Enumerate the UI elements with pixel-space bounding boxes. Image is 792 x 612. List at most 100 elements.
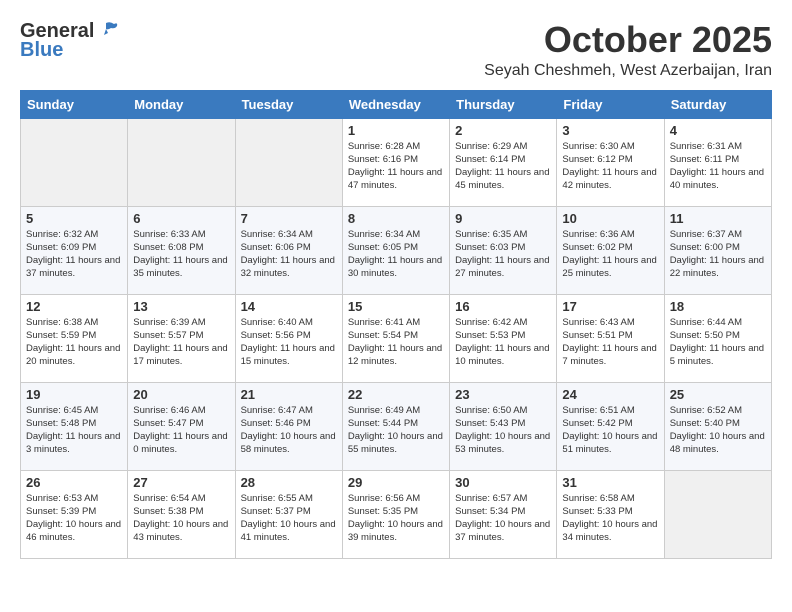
day-info: Sunrise: 6:52 AMSunset: 5:40 PMDaylight:… (670, 404, 766, 457)
calendar-cell: 20 Sunrise: 6:46 AMSunset: 5:47 PMDayligh… (128, 382, 235, 470)
day-info: Sunrise: 6:49 AMSunset: 5:44 PMDaylight:… (348, 404, 444, 457)
calendar-cell: 5Sunrise: 6:32 AMSunset: 6:09 PMDaylight… (21, 206, 128, 294)
calendar-cell: 9Sunrise: 6:35 AMSunset: 6:03 PMDaylight… (450, 206, 557, 294)
calendar-cell: 11 Sunrise: 6:37 AMSunset: 6:00 PMDayligh… (664, 206, 771, 294)
day-number: 6 (133, 211, 229, 226)
calendar-cell: 21Sunrise: 6:47 AMSunset: 5:46 PMDayligh… (235, 382, 342, 470)
day-number: 11 (670, 211, 766, 226)
day-info: Sunrise: 6:43 AMSunset: 5:51 PMDaylight:… (562, 316, 658, 369)
day-info: Sunrise: 6:56 AMSunset: 5:35 PMDaylight:… (348, 492, 444, 545)
day-info: Sunrise: 6:42 AMSunset: 5:53 PMDaylight:… (455, 316, 551, 369)
day-number: 27 (133, 475, 229, 490)
day-number: 2 (455, 123, 551, 138)
calendar-cell: 13 Sunrise: 6:39 AMSunset: 5:57 PMDayligh… (128, 294, 235, 382)
calendar-cell: 14Sunrise: 6:40 AMSunset: 5:56 PMDayligh… (235, 294, 342, 382)
calendar-table: SundayMondayTuesdayWednesdayThursdayFrid… (20, 90, 772, 559)
day-info: Sunrise: 6:41 AMSunset: 5:54 PMDaylight:… (348, 316, 444, 369)
calendar-cell: 22Sunrise: 6:49 AMSunset: 5:44 PMDayligh… (342, 382, 449, 470)
weekday-header-wednesday: Wednesday (342, 90, 449, 118)
day-info: Sunrise: 6:57 AMSunset: 5:34 PMDaylight:… (455, 492, 551, 545)
day-number: 10 (562, 211, 658, 226)
calendar-cell: 19 Sunrise: 6:45 AMSunset: 5:48 PMDayligh… (21, 382, 128, 470)
day-number: 13 (133, 299, 229, 314)
day-number: 16 (455, 299, 551, 314)
weekday-header-tuesday: Tuesday (235, 90, 342, 118)
day-number: 8 (348, 211, 444, 226)
day-info: Sunrise: 6:34 AMSunset: 6:06 PMDaylight:… (241, 228, 337, 281)
day-number: 29 (348, 475, 444, 490)
day-info: Sunrise: 6:29 AMSunset: 6:14 PMDaylight:… (455, 140, 551, 193)
logo: General Blue (20, 20, 118, 62)
calendar-cell (128, 118, 235, 206)
calendar-cell: 7 Sunrise: 6:34 AMSunset: 6:06 PMDaylight… (235, 206, 342, 294)
day-number: 20 (133, 387, 229, 402)
day-number: 9 (455, 211, 551, 226)
day-info: Sunrise: 6:44 AMSunset: 5:50 PMDaylight:… (670, 316, 766, 369)
calendar-cell: 17 Sunrise: 6:43 AMSunset: 5:51 PMDayligh… (557, 294, 664, 382)
weekday-header-monday: Monday (128, 90, 235, 118)
logo-bird-icon (96, 21, 118, 39)
calendar-cell: 27 Sunrise: 6:54 AMSunset: 5:38 PMDayligh… (128, 470, 235, 558)
day-number: 5 (26, 211, 122, 226)
day-info: Sunrise: 6:58 AMSunset: 5:33 PMDaylight:… (562, 492, 658, 545)
day-info: Sunrise: 6:55 AMSunset: 5:37 PMDaylight:… (241, 492, 337, 545)
calendar-cell: 28 Sunrise: 6:55 AMSunset: 5:37 PMDayligh… (235, 470, 342, 558)
day-info: Sunrise: 6:31 AMSunset: 6:11 PMDaylight:… (670, 140, 766, 193)
weekday-header-row: SundayMondayTuesdayWednesdayThursdayFrid… (21, 90, 772, 118)
day-number: 26 (26, 475, 122, 490)
day-number: 15 (348, 299, 444, 314)
calendar-cell: 23 Sunrise: 6:50 AMSunset: 5:43 PMDayligh… (450, 382, 557, 470)
day-info: Sunrise: 6:34 AMSunset: 6:05 PMDaylight:… (348, 228, 444, 281)
day-number: 17 (562, 299, 658, 314)
location-title: Seyah Cheshmeh, West Azerbaijan, Iran (484, 62, 772, 80)
calendar-cell: 16 Sunrise: 6:42 AMSunset: 5:53 PMDayligh… (450, 294, 557, 382)
calendar-cell: 15 Sunrise: 6:41 AMSunset: 5:54 PMDayligh… (342, 294, 449, 382)
calendar-cell: 2 Sunrise: 6:29 AMSunset: 6:14 PMDaylight… (450, 118, 557, 206)
page-header: General Blue October 2025 Seyah Cheshmeh… (20, 20, 772, 80)
day-info: Sunrise: 6:54 AMSunset: 5:38 PMDaylight:… (133, 492, 229, 545)
weekday-header-sunday: Sunday (21, 90, 128, 118)
day-number: 14 (241, 299, 337, 314)
day-info: Sunrise: 6:51 AMSunset: 5:42 PMDaylight:… (562, 404, 658, 457)
day-info: Sunrise: 6:37 AMSunset: 6:00 PMDaylight:… (670, 228, 766, 281)
week-row-4: 19 Sunrise: 6:45 AMSunset: 5:48 PMDayligh… (21, 382, 772, 470)
day-number: 25 (670, 387, 766, 402)
day-number: 4 (670, 123, 766, 138)
day-number: 7 (241, 211, 337, 226)
day-number: 28 (241, 475, 337, 490)
day-number: 24 (562, 387, 658, 402)
day-info: Sunrise: 6:38 AMSunset: 5:59 PMDaylight:… (26, 316, 122, 369)
day-number: 18 (670, 299, 766, 314)
calendar-cell: 26 Sunrise: 6:53 AMSunset: 5:39 PMDayligh… (21, 470, 128, 558)
day-info: Sunrise: 6:50 AMSunset: 5:43 PMDaylight:… (455, 404, 551, 457)
week-row-2: 5Sunrise: 6:32 AMSunset: 6:09 PMDaylight… (21, 206, 772, 294)
day-info: Sunrise: 6:46 AMSunset: 5:47 PMDaylight:… (133, 404, 229, 457)
day-number: 23 (455, 387, 551, 402)
day-info: Sunrise: 6:33 AMSunset: 6:08 PMDaylight:… (133, 228, 229, 281)
week-row-5: 26 Sunrise: 6:53 AMSunset: 5:39 PMDayligh… (21, 470, 772, 558)
day-number: 3 (562, 123, 658, 138)
week-row-1: 1Sunrise: 6:28 AMSunset: 6:16 PMDaylight… (21, 118, 772, 206)
day-info: Sunrise: 6:47 AMSunset: 5:46 PMDaylight:… (241, 404, 337, 457)
day-info: Sunrise: 6:45 AMSunset: 5:48 PMDaylight:… (26, 404, 122, 457)
logo-blue-text: Blue (20, 39, 63, 62)
calendar-cell: 3 Sunrise: 6:30 AMSunset: 6:12 PMDaylight… (557, 118, 664, 206)
calendar-cell: 29 Sunrise: 6:56 AMSunset: 5:35 PMDayligh… (342, 470, 449, 558)
title-block: October 2025 Seyah Cheshmeh, West Azerba… (484, 20, 772, 80)
calendar-cell: 25 Sunrise: 6:52 AMSunset: 5:40 PMDayligh… (664, 382, 771, 470)
day-info: Sunrise: 6:53 AMSunset: 5:39 PMDaylight:… (26, 492, 122, 545)
day-info: Sunrise: 6:36 AMSunset: 6:02 PMDaylight:… (562, 228, 658, 281)
calendar-cell: 10 Sunrise: 6:36 AMSunset: 6:02 PMDayligh… (557, 206, 664, 294)
weekday-header-friday: Friday (557, 90, 664, 118)
day-number: 31 (562, 475, 658, 490)
calendar-cell (21, 118, 128, 206)
month-title: October 2025 (484, 20, 772, 60)
day-number: 12 (26, 299, 122, 314)
day-number: 19 (26, 387, 122, 402)
calendar-cell: 8 Sunrise: 6:34 AMSunset: 6:05 PMDaylight… (342, 206, 449, 294)
weekday-header-thursday: Thursday (450, 90, 557, 118)
day-info: Sunrise: 6:30 AMSunset: 6:12 PMDaylight:… (562, 140, 658, 193)
calendar-cell: 30Sunrise: 6:57 AMSunset: 5:34 PMDayligh… (450, 470, 557, 558)
week-row-3: 12 Sunrise: 6:38 AMSunset: 5:59 PMDayligh… (21, 294, 772, 382)
day-info: Sunrise: 6:39 AMSunset: 5:57 PMDaylight:… (133, 316, 229, 369)
